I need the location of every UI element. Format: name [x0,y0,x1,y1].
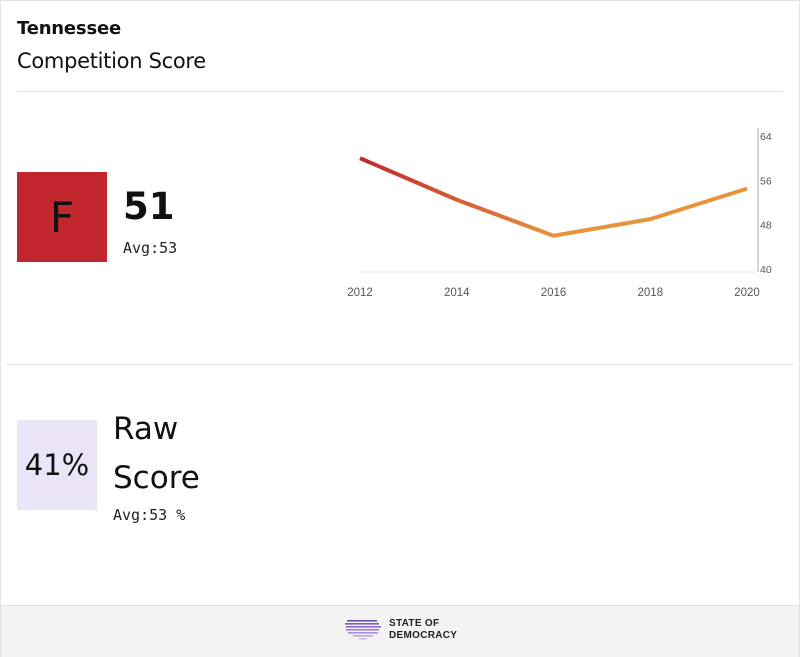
header-divider [17,91,783,92]
scorecard [0,0,800,657]
us-map-logo-icon [345,620,381,640]
logo-line2: DEMOCRACY [389,630,458,641]
x-tick-label: 2016 [541,287,567,299]
x-tick-label: 2018 [637,287,663,299]
grade-badge: F [17,172,107,262]
x-tick-label: 2012 [347,287,373,299]
metric-title: Competition Score [17,49,206,73]
y-tick-label: 40 [760,264,772,276]
series-line [359,156,748,238]
section-divider [6,364,794,365]
logo-line1: STATE OF [389,618,440,629]
grade-letter: F [49,192,75,242]
y-tick-label: 56 [760,175,772,187]
raw-score-label: Raw Score [113,411,200,496]
raw-score-average: Avg:53 % [113,506,186,524]
y-tick-label: 64 [760,131,772,143]
logo-wordmark: STATE OF DEMOCRACY [389,618,457,642]
score-trend-chart: 64 56 48 40 2012 2014 2016 2018 2020 [347,128,772,299]
x-tick-label: 2014 [444,287,470,299]
y-tick-label: 48 [760,220,772,232]
score-value: 51 [123,185,175,228]
state-name: Tennessee [17,18,121,39]
raw-score-value: 41% [24,448,90,482]
score-average: Avg:53 [123,239,178,257]
x-tick-label: 2020 [734,287,760,299]
raw-score-badge: 41% [17,420,97,510]
